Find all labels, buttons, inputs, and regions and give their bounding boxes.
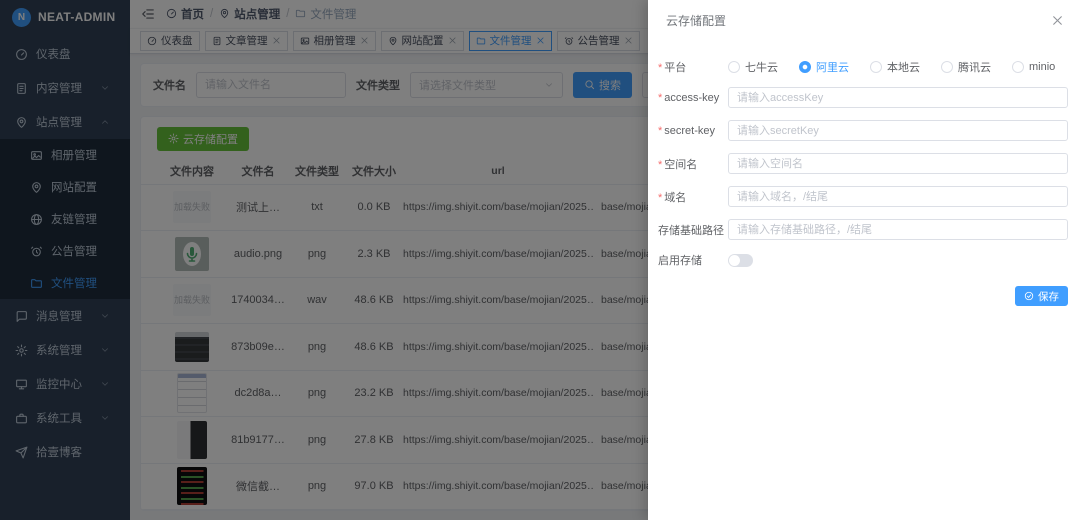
bucket-name-input[interactable] [728,153,1068,174]
domain-input[interactable] [728,186,1068,207]
radio-circle-icon [870,61,882,73]
radio-local[interactable]: 本地云 [870,59,920,75]
radio-minio[interactable]: minio [1012,61,1055,73]
secret-key-field: *secret-key [658,120,1068,141]
radio-qiniu[interactable]: 七牛云 [728,59,778,75]
radio-circle-icon [1012,61,1024,73]
drawer-header: 云存储配置 [648,0,1080,29]
radio-circle-icon [941,61,953,73]
base-path-input[interactable] [728,219,1068,240]
drawer-footer: 保存 [658,286,1068,306]
save-button-label: 保存 [1038,289,1059,304]
platform-field: *平台 七牛云 阿里云 本地云 腾讯云 [658,59,1068,75]
radio-aliyun[interactable]: 阿里云 [799,59,849,75]
base-path-field: 存储基础路径 [658,219,1068,240]
enable-storage-toggle[interactable] [728,254,753,267]
access-key-label: *access-key [658,92,728,104]
access-key-input[interactable] [728,87,1068,108]
radio-tencent[interactable]: 腾讯云 [941,59,991,75]
secret-key-label: *secret-key [658,125,728,137]
base-path-label: 存储基础路径 [658,222,728,238]
domain-field: *域名 [658,186,1068,207]
required-asterisk: * [658,159,662,171]
radio-label: 本地云 [887,59,920,75]
radio-circle-icon [799,61,811,73]
platform-radio-group: 七牛云 阿里云 本地云 腾讯云 minio [728,59,1055,75]
radio-label: minio [1029,61,1055,73]
required-asterisk: * [658,92,662,104]
required-asterisk: * [658,62,662,74]
radio-label: 七牛云 [745,59,778,75]
required-asterisk: * [658,192,662,204]
cloud-storage-drawer: 云存储配置 *平台 七牛云 阿里云 本地云 腾 [648,0,1080,520]
bucket-name-field: *空间名 [658,153,1068,174]
save-button[interactable]: 保存 [1015,286,1068,306]
check-circle-icon [1024,291,1034,301]
domain-label: *域名 [658,189,728,205]
close-icon[interactable] [1051,14,1064,27]
platform-label: *平台 [658,59,728,75]
enable-storage-label: 启用存储 [658,252,728,268]
drawer-body: *平台 七牛云 阿里云 本地云 腾讯云 [648,29,1080,306]
radio-label: 腾讯云 [958,59,991,75]
required-asterisk: * [658,125,662,137]
radio-circle-icon [728,61,740,73]
enable-storage-field: 启用存储 [658,252,1068,268]
secret-key-input[interactable] [728,120,1068,141]
bucket-name-label: *空间名 [658,156,728,172]
access-key-field: *access-key [658,87,1068,108]
drawer-title: 云存储配置 [666,12,726,29]
radio-label: 阿里云 [816,59,849,75]
